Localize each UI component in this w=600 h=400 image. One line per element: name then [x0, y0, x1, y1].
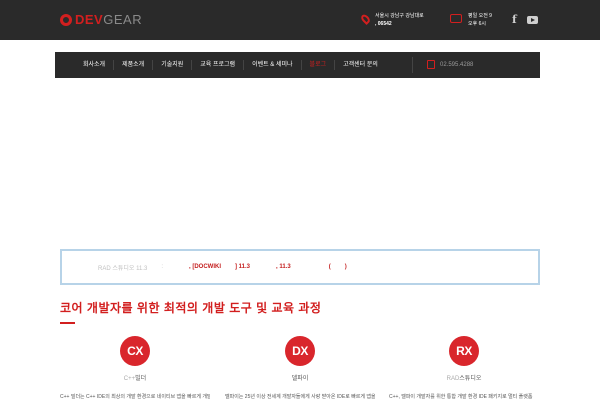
product-name: C++빌더 [60, 373, 210, 382]
logo[interactable]: DEVGEAR [60, 12, 142, 27]
gear-logo-icon [60, 13, 72, 26]
nav-item[interactable]: 이벤트 & 세미나 [244, 60, 302, 70]
nav-item[interactable]: 회사소개 [75, 60, 115, 70]
nav-divider [412, 57, 413, 73]
product-card-dx[interactable]: DX 델파이 델파이는 25년 이상 전세계 개발자들에게 사랑 받아온 IDE… [225, 336, 375, 400]
calendar-icon [450, 14, 462, 23]
phone-block[interactable]: 02.595.4288 [427, 60, 473, 69]
hours-line-2: 오후 6시 [468, 21, 486, 27]
product-description: C++, 델파이 개발자를 위한 통합 개발 환경 IDE 패키지로 멀티 플랫… [389, 394, 533, 400]
logo-text: DEVGEAR [75, 12, 142, 27]
section-underline [60, 322, 75, 324]
product-card-rx[interactable]: RX RAD스튜디오 C++, 델파이 개발자를 위한 통합 개발 환경 IDE… [389, 336, 539, 400]
product-name-main: 스튜디오 [459, 376, 482, 382]
logo-dev: DEV [75, 12, 104, 27]
product-name: 델파이 [225, 373, 375, 382]
notice-paren-close[interactable]: ) [345, 264, 347, 270]
notice-separator: : [161, 264, 163, 270]
notice-link-update[interactable]: , 11.3 [276, 264, 291, 270]
address-lines: 서울시 강남구 강남대로 , 06542 [375, 12, 424, 28]
product-description: C++ 빌더는 C++ IDE의 최상의 개발 환경으로 네이티브 앱을 빠르게… [60, 394, 210, 400]
nav-item[interactable]: 제품소개 [114, 60, 154, 70]
notice-label: RAD 스튜디오 11.3 [98, 265, 148, 272]
youtube-icon[interactable] [526, 15, 538, 24]
notice-link-docwiki[interactable]: , [DOCWIKI [189, 264, 221, 270]
map-pin-icon [359, 12, 372, 26]
nav-item[interactable]: 고객센터 문의 [335, 60, 386, 70]
address-line: 서울시 강남구 강남대로 [375, 13, 424, 19]
product-card-cx[interactable]: CX C++빌더 C++ 빌더는 C++ IDE의 최상의 개발 환경으로 네이… [60, 336, 210, 400]
product-name-prefix: RAD [446, 376, 460, 382]
page: DEVGEAR 서울시 강남구 강남대로 , 06542 평일 오전 9 오후 … [0, 0, 600, 400]
section-title: 코어 개발자를 위한 최적의 개발 도구 및 교육 과정 [60, 301, 322, 315]
social-links: f [512, 13, 538, 26]
hours-lines: 평일 오전 9 오후 6시 [468, 12, 492, 28]
cx-badge-icon: CX [120, 336, 150, 366]
notice-banner: RAD 스튜디오 11.3 : , [DOCWIKI ] 11.3 , 11.3… [60, 249, 540, 285]
nav-items: 회사소개 제품소개 기술지원 교육 프로그램 이벤트 & 세미나 블로그 고객센터 문의 [55, 60, 386, 70]
main-nav: 회사소개 제품소개 기술지원 교육 프로그램 이벤트 & 세미나 블로그 고객센터 문의 0… [55, 52, 540, 78]
logo-gear-text: GEAR [103, 12, 143, 27]
phone-icon [427, 60, 435, 69]
dx-badge-icon: DX [285, 336, 315, 366]
product-name-prefix: C++ [123, 376, 136, 382]
nav-item[interactable]: 교육 프로그램 [192, 60, 245, 70]
hours-block: 평일 오전 9 오후 6시 [450, 12, 492, 28]
nav-item[interactable]: 기술지원 [153, 60, 193, 70]
facebook-icon[interactable]: f [512, 13, 517, 26]
product-description: 델파이는 25년 이상 전세계 개발자들에게 사랑 받아온 IDE로 빠르게 앱… [225, 394, 375, 400]
product-name-main: 빌더 [135, 376, 147, 382]
nav-item[interactable]: 블로그 [302, 60, 336, 70]
product-name: RAD스튜디오 [389, 373, 539, 382]
rx-badge-icon: RX [449, 336, 479, 366]
address-block: 서울시 강남구 강남대로 , 06542 [359, 12, 424, 28]
hours-line-1: 평일 오전 9 [468, 13, 492, 19]
notice-link-version[interactable]: ] 11.3 [235, 264, 250, 270]
address-zip: , 06542 [375, 21, 392, 27]
notice-paren-open[interactable]: ( [329, 264, 331, 270]
top-header: DEVGEAR 서울시 강남구 강남대로 , 06542 평일 오전 9 오후 … [0, 0, 600, 40]
product-name-main: 델파이 [291, 376, 309, 382]
phone-number: 02.595.4288 [440, 61, 474, 68]
